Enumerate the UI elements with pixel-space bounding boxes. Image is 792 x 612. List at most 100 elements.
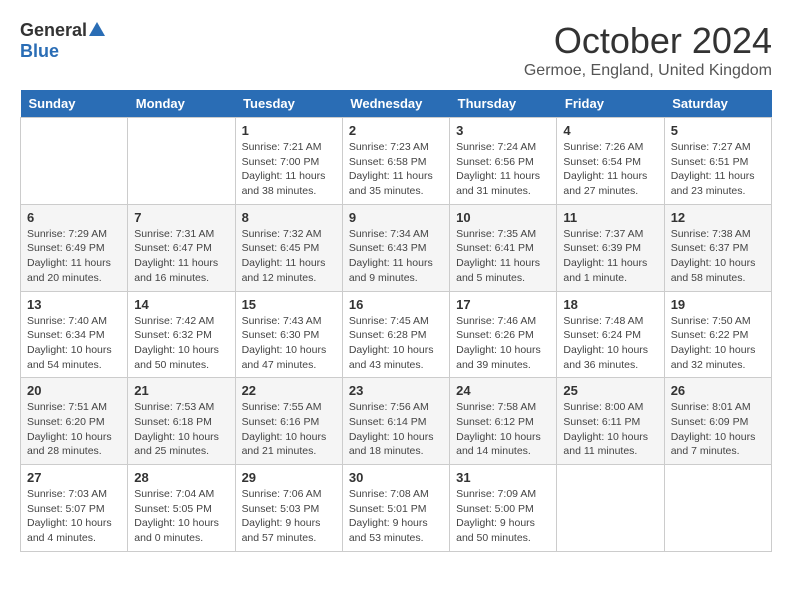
day-number: 19 [671,297,765,312]
logo-icon [89,22,105,36]
day-number: 26 [671,383,765,398]
col-header-thursday: Thursday [450,90,557,118]
day-number: 7 [134,210,228,225]
day-number: 3 [456,123,550,138]
day-cell [557,465,664,552]
day-info: Sunrise: 7:38 AM Sunset: 6:37 PM Dayligh… [671,227,765,286]
day-info: Sunrise: 7:42 AM Sunset: 6:32 PM Dayligh… [134,314,228,373]
day-number: 16 [349,297,443,312]
day-info: Sunrise: 7:27 AM Sunset: 6:51 PM Dayligh… [671,140,765,199]
day-info: Sunrise: 7:09 AM Sunset: 5:00 PM Dayligh… [456,487,550,546]
month-title: October 2024 [524,20,772,62]
day-info: Sunrise: 7:43 AM Sunset: 6:30 PM Dayligh… [242,314,336,373]
page-header: General Blue October 2024 Germoe, Englan… [20,20,772,80]
day-cell: 6 Sunrise: 7:29 AM Sunset: 6:49 PM Daylig… [21,204,128,291]
day-cell: 9Sunrise: 7:34 AM Sunset: 6:43 PM Daylig… [342,204,449,291]
day-cell: 20 Sunrise: 7:51 AM Sunset: 6:20 PM Dayli… [21,378,128,465]
day-number: 17 [456,297,550,312]
day-info: Sunrise: 7:56 AM Sunset: 6:14 PM Dayligh… [349,400,443,459]
day-info: Sunrise: 7:26 AM Sunset: 6:54 PM Dayligh… [563,140,657,199]
day-number: 13 [27,297,121,312]
day-info: Sunrise: 8:00 AM Sunset: 6:11 PM Dayligh… [563,400,657,459]
day-info: Sunrise: 7:40 AM Sunset: 6:34 PM Dayligh… [27,314,121,373]
day-cell: 8Sunrise: 7:32 AM Sunset: 6:45 PM Daylig… [235,204,342,291]
day-number: 28 [134,470,228,485]
day-number: 8 [242,210,336,225]
day-cell: 25 Sunrise: 8:00 AM Sunset: 6:11 PM Dayli… [557,378,664,465]
week-row-4: 20 Sunrise: 7:51 AM Sunset: 6:20 PM Dayli… [21,378,772,465]
day-cell: 28 Sunrise: 7:04 AM Sunset: 5:05 PM Dayli… [128,465,235,552]
day-number: 30 [349,470,443,485]
week-row-2: 6 Sunrise: 7:29 AM Sunset: 6:49 PM Daylig… [21,204,772,291]
col-header-tuesday: Tuesday [235,90,342,118]
day-info: Sunrise: 7:58 AM Sunset: 6:12 PM Dayligh… [456,400,550,459]
day-cell: 14 Sunrise: 7:42 AM Sunset: 6:32 PM Dayli… [128,291,235,378]
day-cell: 17 Sunrise: 7:46 AM Sunset: 6:26 PM Dayli… [450,291,557,378]
day-number: 14 [134,297,228,312]
day-cell: 18Sunrise: 7:48 AM Sunset: 6:24 PM Dayli… [557,291,664,378]
day-cell: 5 Sunrise: 7:27 AM Sunset: 6:51 PM Daylig… [664,118,771,205]
day-number: 24 [456,383,550,398]
day-info: Sunrise: 7:08 AM Sunset: 5:01 PM Dayligh… [349,487,443,546]
header-row: SundayMondayTuesdayWednesdayThursdayFrid… [21,90,772,118]
logo: General Blue [20,20,105,62]
day-info: Sunrise: 7:48 AM Sunset: 6:24 PM Dayligh… [563,314,657,373]
day-cell: 26 Sunrise: 8:01 AM Sunset: 6:09 PM Dayli… [664,378,771,465]
day-number: 11 [563,210,657,225]
day-cell: 24 Sunrise: 7:58 AM Sunset: 6:12 PM Dayli… [450,378,557,465]
day-cell: 16 Sunrise: 7:45 AM Sunset: 6:28 PM Dayli… [342,291,449,378]
day-cell: 4 Sunrise: 7:26 AM Sunset: 6:54 PM Daylig… [557,118,664,205]
day-cell: 13 Sunrise: 7:40 AM Sunset: 6:34 PM Dayli… [21,291,128,378]
day-info: Sunrise: 7:29 AM Sunset: 6:49 PM Dayligh… [27,227,121,286]
day-info: Sunrise: 7:35 AM Sunset: 6:41 PM Dayligh… [456,227,550,286]
day-cell: 1Sunrise: 7:21 AM Sunset: 7:00 PM Daylig… [235,118,342,205]
week-row-3: 13 Sunrise: 7:40 AM Sunset: 6:34 PM Dayli… [21,291,772,378]
day-cell [664,465,771,552]
col-header-wednesday: Wednesday [342,90,449,118]
day-info: Sunrise: 7:50 AM Sunset: 6:22 PM Dayligh… [671,314,765,373]
day-number: 31 [456,470,550,485]
day-number: 12 [671,210,765,225]
logo-blue-text: Blue [20,41,59,62]
day-info: Sunrise: 7:53 AM Sunset: 6:18 PM Dayligh… [134,400,228,459]
day-cell: 15 Sunrise: 7:43 AM Sunset: 6:30 PM Dayli… [235,291,342,378]
day-number: 22 [242,383,336,398]
day-cell [21,118,128,205]
day-number: 15 [242,297,336,312]
day-cell: 19 Sunrise: 7:50 AM Sunset: 6:22 PM Dayli… [664,291,771,378]
day-cell: 12 Sunrise: 7:38 AM Sunset: 6:37 PM Dayli… [664,204,771,291]
day-number: 20 [27,383,121,398]
day-cell [128,118,235,205]
day-info: Sunrise: 7:04 AM Sunset: 5:05 PM Dayligh… [134,487,228,546]
day-cell: 10Sunrise: 7:35 AM Sunset: 6:41 PM Dayli… [450,204,557,291]
day-info: Sunrise: 7:46 AM Sunset: 6:26 PM Dayligh… [456,314,550,373]
col-header-sunday: Sunday [21,90,128,118]
day-number: 21 [134,383,228,398]
col-header-monday: Monday [128,90,235,118]
day-number: 6 [27,210,121,225]
day-cell: 7Sunrise: 7:31 AM Sunset: 6:47 PM Daylig… [128,204,235,291]
week-row-1: 1Sunrise: 7:21 AM Sunset: 7:00 PM Daylig… [21,118,772,205]
calendar-table: SundayMondayTuesdayWednesdayThursdayFrid… [20,90,772,552]
day-cell: 21 Sunrise: 7:53 AM Sunset: 6:18 PM Dayli… [128,378,235,465]
day-info: Sunrise: 8:01 AM Sunset: 6:09 PM Dayligh… [671,400,765,459]
day-info: Sunrise: 7:06 AM Sunset: 5:03 PM Dayligh… [242,487,336,546]
day-info: Sunrise: 7:34 AM Sunset: 6:43 PM Dayligh… [349,227,443,286]
day-cell: 30 Sunrise: 7:08 AM Sunset: 5:01 PM Dayli… [342,465,449,552]
day-info: Sunrise: 7:23 AM Sunset: 6:58 PM Dayligh… [349,140,443,199]
day-number: 4 [563,123,657,138]
day-number: 23 [349,383,443,398]
day-number: 25 [563,383,657,398]
day-info: Sunrise: 7:45 AM Sunset: 6:28 PM Dayligh… [349,314,443,373]
day-cell: 2Sunrise: 7:23 AM Sunset: 6:58 PM Daylig… [342,118,449,205]
col-header-friday: Friday [557,90,664,118]
location-text: Germoe, England, United Kingdom [524,62,772,80]
day-info: Sunrise: 7:51 AM Sunset: 6:20 PM Dayligh… [27,400,121,459]
day-number: 29 [242,470,336,485]
day-info: Sunrise: 7:37 AM Sunset: 6:39 PM Dayligh… [563,227,657,286]
day-cell: 22 Sunrise: 7:55 AM Sunset: 6:16 PM Dayli… [235,378,342,465]
day-number: 27 [27,470,121,485]
day-info: Sunrise: 7:55 AM Sunset: 6:16 PM Dayligh… [242,400,336,459]
day-number: 5 [671,123,765,138]
day-cell: 11 Sunrise: 7:37 AM Sunset: 6:39 PM Dayli… [557,204,664,291]
